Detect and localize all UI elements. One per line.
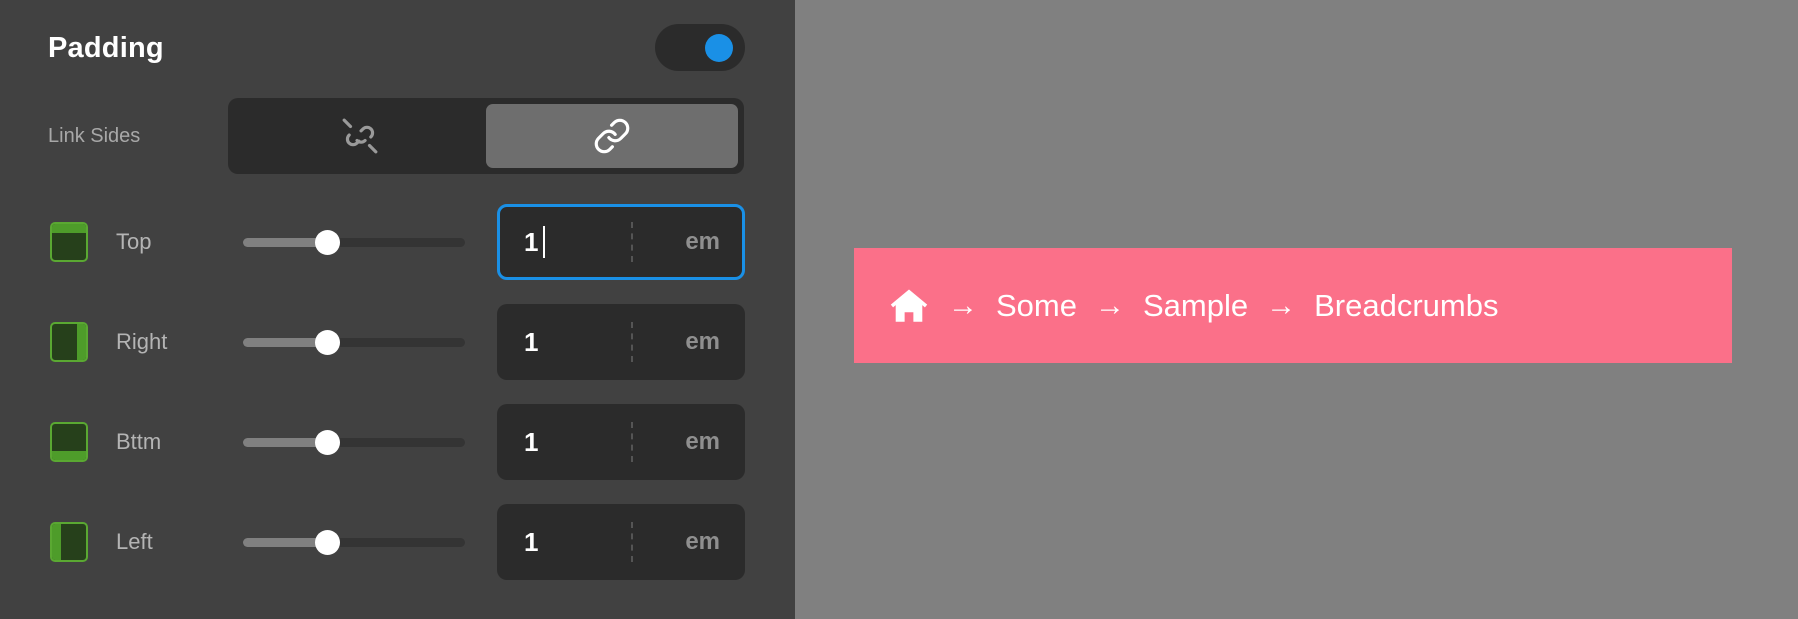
padding-row-label-top: Top [116,229,152,254]
padding-settings-sidebar: Padding Link Sides Top 1 em Right 1 em B… [0,0,801,619]
padding-input-right[interactable]: 1 em [497,304,745,380]
slider-knob[interactable] [315,230,341,255]
breadcrumb: → Some → Sample → Breadcrumbs [854,248,1732,363]
link-sides-segmented-control [228,98,744,174]
padding-unit-left: em [685,528,720,555]
slider-knob[interactable] [315,330,341,355]
padding-input-left[interactable]: 1 em [497,504,745,580]
padding-row-top: Top 1 em [0,204,795,280]
padding-slider-bottom[interactable] [243,430,465,455]
breadcrumb-item-some[interactable]: Some [996,288,1077,324]
padding-slider-right[interactable] [243,330,465,355]
link-icon [593,117,631,155]
breadcrumb-item-breadcrumbs[interactable]: Breadcrumbs [1314,288,1498,324]
padding-row-bottom: Bttm 1 em [0,404,795,480]
padding-enabled-toggle[interactable] [655,24,745,71]
padding-row-label-right: Right [116,329,168,354]
panel-header: Padding [48,24,748,78]
padding-row-right: Right 1 em [0,304,795,380]
link-sides-option-unlinked[interactable] [234,104,486,168]
text-cursor [543,226,545,258]
field-divider [631,522,633,562]
padding-input-value-left: 1 [524,527,539,557]
padding-slider-top[interactable] [243,230,465,255]
breadcrumb-separator: → [948,288,978,322]
field-divider [631,422,633,462]
padding-input-value-right: 1 [524,327,539,357]
slider-knob[interactable] [315,530,341,555]
padding-slider-left[interactable] [243,530,465,555]
border-top-icon [50,222,88,262]
padding-row-left: Left 1 em [0,504,795,580]
slider-knob[interactable] [315,430,341,455]
link-sides-row: Link Sides [0,98,795,174]
padding-input-top[interactable]: 1 em [497,204,745,280]
border-right-icon [50,322,88,362]
padding-row-label-left: Left [116,529,153,554]
padding-input-bottom[interactable]: 1 em [497,404,745,480]
border-left-icon [50,522,88,562]
toggle-knob [705,34,733,62]
field-divider [631,222,633,262]
preview-canvas: → Some → Sample → Breadcrumbs [795,0,1798,619]
padding-unit-top: em [685,228,720,255]
field-divider [631,322,633,362]
link-sides-option-linked[interactable] [486,104,738,168]
padding-unit-bottom: em [685,428,720,455]
breadcrumb-separator: → [1094,288,1125,322]
link-broken-icon [341,117,379,155]
home-icon[interactable] [888,285,930,327]
page-title: Padding [48,32,164,64]
breadcrumb-separator: → [1266,288,1297,322]
border-bottom-icon [50,422,88,462]
padding-unit-right: em [685,328,720,355]
link-sides-label: Link Sides [48,125,141,147]
padding-input-value-bottom: 1 [524,427,539,457]
padding-input-value-top: 1 [524,227,539,257]
padding-row-label-bottom: Bttm [116,429,162,454]
breadcrumb-item-sample[interactable]: Sample [1143,288,1248,324]
app-root: Padding Link Sides Top 1 em Right 1 em B… [0,0,1798,619]
